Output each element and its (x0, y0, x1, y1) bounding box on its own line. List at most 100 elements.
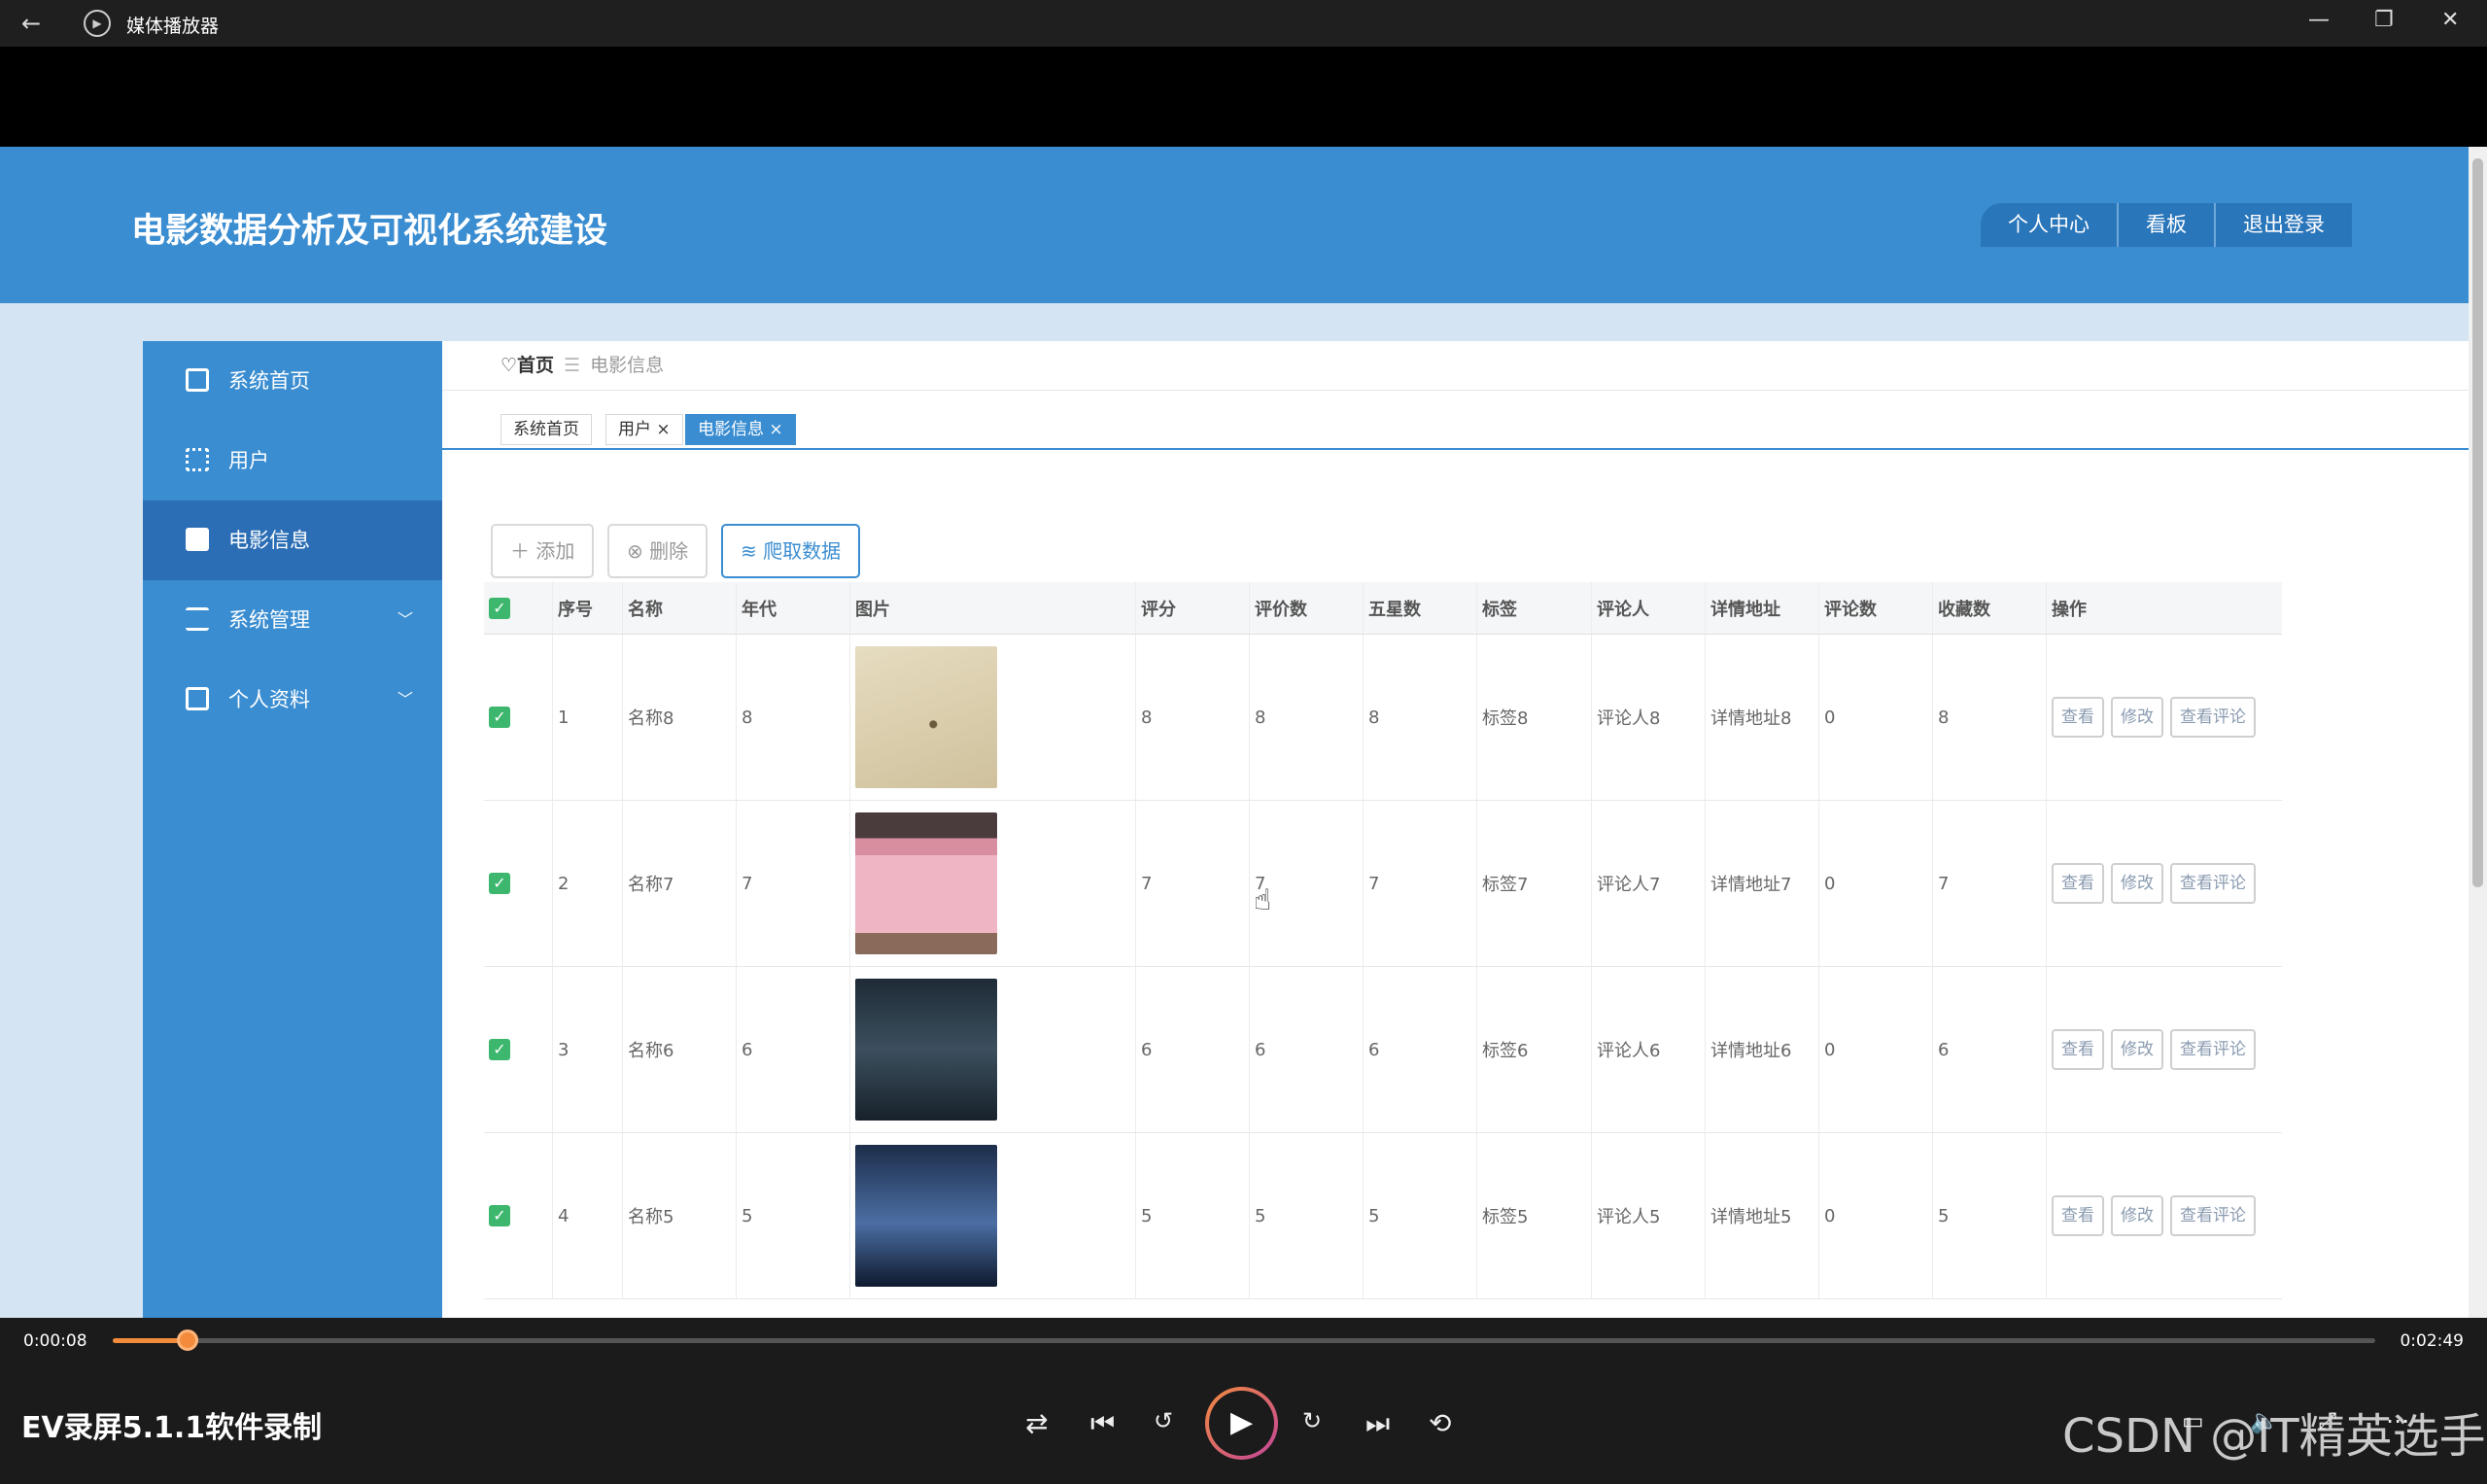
main-panel: ♡首页 ☰ 电影信息 系统首页 用户 × 电影信息 × ＋ 添加 ⊗ 删除 ≋ 爬取… (442, 341, 2469, 1318)
cell-name: 名称5 (622, 1133, 736, 1298)
cell-score: 8 (1135, 635, 1249, 800)
nav-personal-center[interactable]: 个人中心 (1981, 203, 2119, 247)
actions-cell: 查看 修改 查看评论 (2046, 967, 2282, 1132)
current-time: 0:00:08 (23, 1331, 87, 1351)
table-body: ✓ 1 名称8 8 8 8 8 标签8 评论人8 详情地址8 0 8 查看 修改 查看评论 ✓ 2 名称7 7 7 7 7… (484, 635, 2282, 1299)
cell-comments: 0 (1818, 967, 1932, 1132)
movie-poster-image (855, 812, 997, 954)
breadcrumb-current: 电影信息 (590, 355, 665, 376)
tab-movies[interactable]: 电影信息 × (685, 414, 796, 445)
cell-idx: 2 (552, 801, 622, 966)
table-row[interactable]: ✓ 3 名称6 6 6 6 6 标签6 评论人6 详情地址6 0 6 查看 修改 查看评论 (484, 967, 2282, 1133)
minimize-icon[interactable]: — (2308, 8, 2330, 32)
breadcrumb-home[interactable]: ♡首页 (501, 355, 554, 376)
nav-logout[interactable]: 退出登录 (2216, 203, 2352, 247)
tab-home[interactable]: 系统首页 (501, 414, 592, 445)
view-button[interactable]: 查看 (2052, 697, 2104, 738)
next-icon[interactable]: ⏭ (1365, 1407, 1390, 1440)
table-row[interactable]: ✓ 4 名称5 5 5 5 5 标签5 评论人5 详情地址5 0 5 查看 修改 查看评论 (484, 1133, 2282, 1299)
cell-name: 名称8 (622, 635, 736, 800)
cell-reviews: 5 (1249, 1133, 1363, 1298)
sidebar-item-users[interactable]: 用户 (143, 421, 442, 500)
sidebar-item-label: 系统首页 (228, 369, 310, 393)
edit-button[interactable]: 修改 (2111, 863, 2163, 904)
view-comments-button[interactable]: 查看评论 (2170, 1195, 2256, 1236)
view-comments-button[interactable]: 查看评论 (2170, 697, 2256, 738)
delete-button[interactable]: ⊗ 删除 (607, 524, 708, 578)
poster-cell (849, 967, 1135, 1132)
cell-idx: 3 (552, 967, 622, 1132)
select-all-checkbox[interactable]: ✓ (489, 597, 510, 619)
app-title: 电影数据分析及可视化系统建设 (131, 212, 608, 251)
edit-button[interactable]: 修改 (2111, 1029, 2163, 1070)
cell-url: 详情地址6 (1705, 967, 1818, 1132)
sidebar-item-label: 用户 (228, 449, 269, 472)
cell-comments: 0 (1818, 635, 1932, 800)
content-area: ＋ 添加 ⊗ 删除 ≋ 爬取数据 ✓ 序号 名称 年代 图片 评分 评价数 五星… (442, 452, 2323, 1318)
cell-year: 5 (736, 1133, 849, 1298)
row-checkbox[interactable]: ✓ (489, 1205, 510, 1226)
rewind-10-icon[interactable]: ↺ (1154, 1407, 1173, 1434)
nav-dashboard[interactable]: 看板 (2119, 203, 2216, 247)
csdn-watermark: CSDN @IT精英选手 (2062, 1409, 2486, 1464)
select-all-cell: ✓ (484, 582, 552, 634)
tab-users[interactable]: 用户 × (605, 414, 683, 445)
cell-name: 名称6 (622, 967, 736, 1132)
sidebar-item-home[interactable]: 系统首页 (143, 341, 442, 421)
row-checkbox[interactable]: ✓ (489, 707, 510, 728)
briefcase-icon (186, 528, 209, 551)
actions-cell: 查看 修改 查看评论 (2046, 801, 2282, 966)
view-button[interactable]: 查看 (2052, 1029, 2104, 1070)
card-icon (186, 687, 209, 710)
header-cell: 图片 (849, 582, 1135, 634)
media-player-app-icon: ▶ (84, 10, 111, 37)
back-icon[interactable]: ← (21, 10, 41, 37)
view-button[interactable]: 查看 (2052, 1195, 2104, 1236)
view-comments-button[interactable]: 查看评论 (2170, 863, 2256, 904)
cell-favs: 6 (1932, 967, 2046, 1132)
shuffle-icon[interactable]: ⇄ (1025, 1407, 1048, 1439)
row-checkbox[interactable]: ✓ (489, 873, 510, 894)
sidebar: 系统首页 用户 电影信息 系统管理 ﹀ 个人资料 ﹀ (143, 341, 442, 1318)
table-row[interactable]: ✓ 2 名称7 7 7 7 7 标签7 评论人7 详情地址7 0 7 查看 修改 查看评论 (484, 801, 2282, 967)
cell-five: 5 (1363, 1133, 1476, 1298)
header-cell: 评分 (1135, 582, 1249, 634)
cell-reviewer: 评论人5 (1591, 1133, 1705, 1298)
add-button[interactable]: ＋ 添加 (491, 524, 595, 578)
poster-cell (849, 1133, 1135, 1298)
sidebar-item-profile[interactable]: 个人资料 ﹀ (143, 660, 442, 740)
seek-handle[interactable] (176, 1329, 198, 1351)
play-button[interactable]: ▶ (1205, 1387, 1278, 1460)
cell-reviewer: 评论人8 (1591, 635, 1705, 800)
window-title: 媒体播放器 (126, 16, 220, 37)
header-cell: 评论人 (1591, 582, 1705, 634)
row-select-cell: ✓ (484, 1133, 552, 1298)
repeat-off-icon[interactable]: ⟲ (1429, 1407, 1451, 1439)
edit-button[interactable]: 修改 (2111, 1195, 2163, 1236)
cell-url: 详情地址8 (1705, 635, 1818, 800)
cell-year: 6 (736, 967, 849, 1132)
scrollbar-thumb[interactable] (2472, 158, 2483, 887)
home-icon (186, 368, 209, 392)
sidebar-item-movies[interactable]: 电影信息 (143, 500, 442, 580)
close-icon[interactable]: ✕ (2441, 8, 2459, 32)
view-button[interactable]: 查看 (2052, 863, 2104, 904)
edit-button[interactable]: 修改 (2111, 697, 2163, 738)
app-header: 电影数据分析及可视化系统建设 个人中心 看板 退出登录 (0, 147, 2469, 303)
sidebar-item-system[interactable]: 系统管理 ﹀ (143, 580, 442, 660)
video-frame: 电影数据分析及可视化系统建设 个人中心 看板 退出登录 系统首页 用户 电影信息… (0, 147, 2487, 1318)
previous-icon[interactable]: ⏮ (1090, 1407, 1115, 1440)
view-comments-button[interactable]: 查看评论 (2170, 1029, 2256, 1070)
cell-reviews: 6 (1249, 967, 1363, 1132)
cell-url: 详情地址7 (1705, 801, 1818, 966)
cell-five: 8 (1363, 635, 1476, 800)
page-scrollbar[interactable] (2469, 147, 2487, 1318)
seek-bar[interactable] (113, 1329, 2375, 1351)
crawl-data-button[interactable]: ≋ 爬取数据 (721, 524, 861, 578)
row-checkbox[interactable]: ✓ (489, 1039, 510, 1060)
maximize-icon[interactable]: ❐ (2374, 8, 2394, 32)
cell-comments: 0 (1818, 1133, 1932, 1298)
cell-tag: 标签5 (1476, 1133, 1591, 1298)
table-row[interactable]: ✓ 1 名称8 8 8 8 8 标签8 评论人8 详情地址8 0 8 查看 修改 查看评论 (484, 635, 2282, 801)
forward-30-icon[interactable]: ↻ (1302, 1407, 1322, 1434)
